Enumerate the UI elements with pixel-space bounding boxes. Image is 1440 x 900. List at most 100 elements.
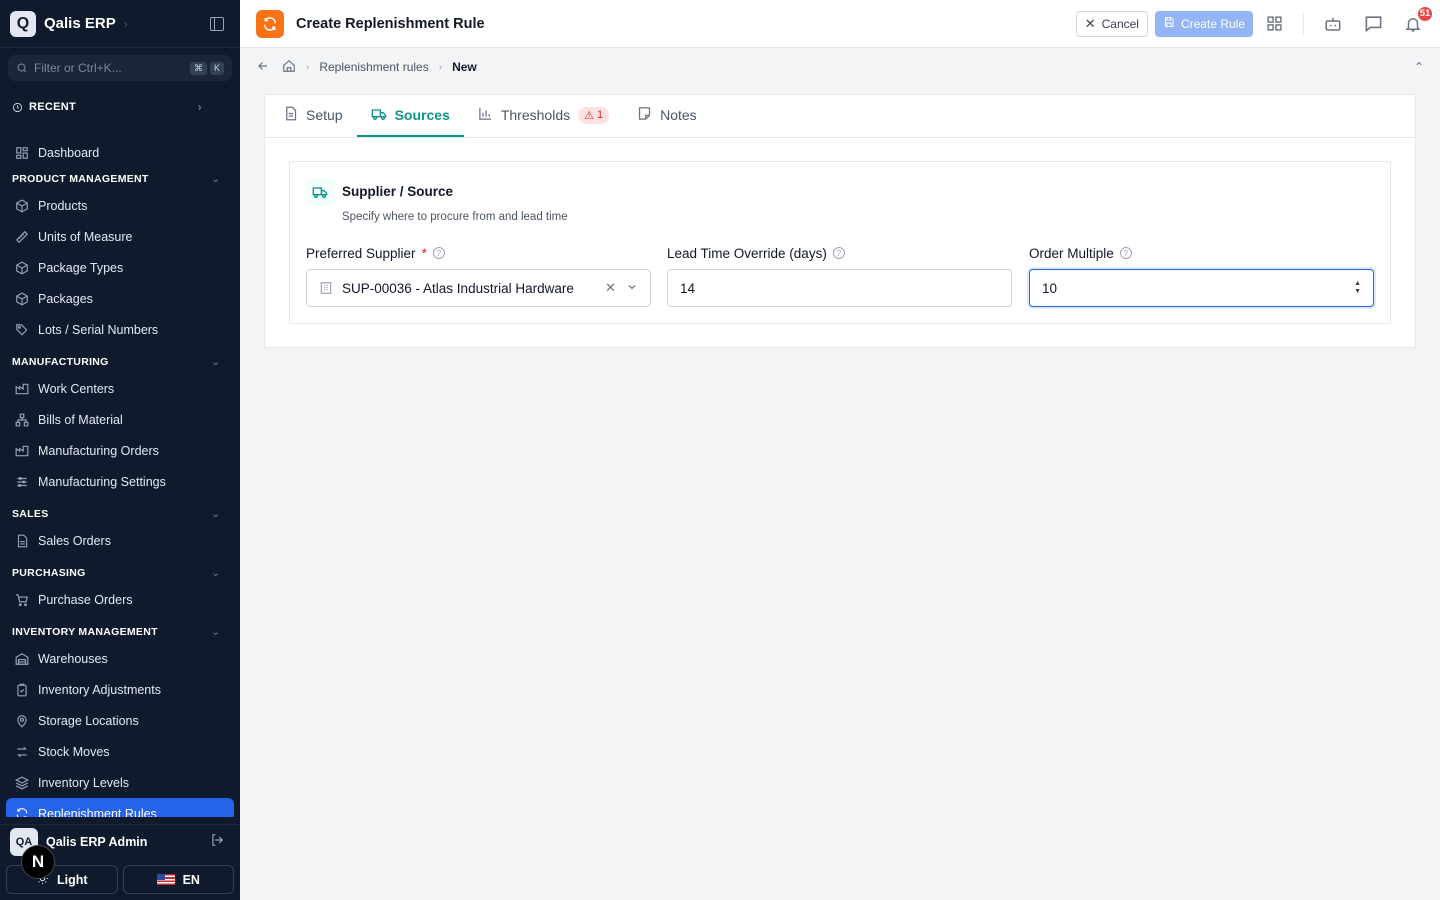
lead-time-field: Lead Time Override (days) ? 14 (667, 244, 1012, 307)
tab-label: Setup (306, 107, 343, 123)
tab-bar: Setup Sources Thresholds ⚠ 1 Notes (265, 95, 1415, 138)
sidebar-item-products[interactable]: Products (0, 190, 240, 221)
tab-notes[interactable]: Notes (623, 95, 711, 137)
sidebar-item-manufacturing-orders[interactable]: Manufacturing Orders (0, 435, 240, 466)
sidebar-item-label: Products (38, 198, 88, 213)
section-product-management[interactable]: PRODUCT MANAGEMENT ⌄ (0, 168, 240, 190)
sidebar-item-replenishment-rules[interactable]: Replenishment Rules (6, 798, 234, 817)
sidebar-brand[interactable]: Q Qalis ERP › (0, 0, 240, 48)
sidebar-item-sales-orders[interactable]: Sales Orders (0, 525, 240, 556)
sidebar-item-package-types[interactable]: Package Types (0, 252, 240, 283)
chevron-down-icon: ⌄ (211, 356, 220, 368)
sidebar-item-work-centers[interactable]: Work Centers (0, 373, 240, 404)
chevron-down-icon: ⌄ (211, 626, 220, 638)
sidebar-item-inventory-levels[interactable]: Inventory Levels (0, 767, 240, 798)
factory-icon (14, 381, 29, 396)
user-name: Qalis ERP Admin (46, 834, 148, 849)
section-inventory-management[interactable]: INVENTORY MANAGEMENT ⌄ (0, 621, 240, 643)
preferred-supplier-field: Preferred Supplier * ? SUP-00036 - Atlas… (306, 244, 651, 307)
file-text-icon (283, 106, 298, 124)
section-title: PURCHASING (12, 567, 86, 579)
app-logo: Q (10, 10, 36, 37)
lead-time-value: 14 (680, 280, 696, 296)
bell-icon[interactable]: 51 (1402, 4, 1434, 35)
sidebar-item-inventory-adjustments[interactable]: Inventory Adjustments (0, 674, 240, 705)
section-purchasing[interactable]: PURCHASING ⌄ (0, 562, 240, 584)
create-rule-button[interactable]: Create Rule (1154, 10, 1253, 37)
note-icon (637, 106, 652, 124)
order-multiple-value: 10 (1042, 280, 1058, 296)
sidebar-item-label: Work Centers (38, 381, 115, 396)
tab-label: Notes (660, 107, 697, 123)
save-icon (1163, 16, 1175, 31)
ruler-icon (14, 229, 29, 244)
help-icon[interactable]: ? (432, 247, 445, 259)
clear-icon[interactable]: ✕ (605, 280, 616, 296)
sidebar-filter-input[interactable]: Filter or Ctrl+K... ⌘ K (8, 55, 232, 81)
chat-icon[interactable] (1362, 13, 1384, 35)
lead-time-label: Lead Time Override (days) (667, 245, 827, 261)
sidebar-collapse-icon[interactable] (210, 16, 224, 31)
section-manufacturing[interactable]: MANUFACTURING ⌄ (0, 351, 240, 373)
chevron-up-icon[interactable]: ⌃ (1414, 60, 1424, 74)
sidebar-item-lots-serial-numbers[interactable]: Lots / Serial Numbers (0, 314, 240, 345)
chevron-down-icon: ⌄ (211, 567, 220, 579)
tab-sources[interactable]: Sources (356, 95, 464, 137)
bot-icon[interactable] (1322, 13, 1344, 35)
sidebar-item-units-of-measure[interactable]: Units of Measure (0, 221, 240, 252)
breadcrumb-replenishment-rules[interactable]: Replenishment rules (319, 60, 428, 74)
chevron-right-icon: › (123, 16, 128, 31)
sidebar-recent[interactable]: RECENT › (0, 94, 240, 120)
supplier-select[interactable]: SUP-00036 - Atlas Industrial Hardware ✕ (306, 269, 651, 307)
cancel-button[interactable]: ✕ Cancel (1075, 10, 1148, 37)
supplier-source-section: Supplier / Source Specify where to procu… (289, 161, 1391, 324)
language-button[interactable]: EN (122, 865, 234, 894)
sidebar-item-label: Sales Orders (38, 533, 111, 548)
sidebar-item-label: Packages (38, 291, 93, 306)
sidebar-item-label: Inventory Levels (38, 775, 130, 790)
notification-count: 51 (1416, 4, 1434, 23)
breadcrumb: › Replenishment rules › New ⌃ (240, 48, 1440, 86)
factory-icon (14, 443, 29, 458)
sidebar-item-manufacturing-settings[interactable]: Manufacturing Settings (0, 466, 240, 497)
field-label: Lead Time Override (days) ? (667, 244, 1012, 262)
lead-time-input[interactable]: 14 (667, 269, 1012, 307)
select-controls: ✕ (605, 280, 638, 296)
tab-label: Sources (394, 107, 450, 123)
sidebar-item-storage-locations[interactable]: Storage Locations (0, 705, 240, 736)
topbar-actions: ✕ Cancel Create Rule 51 (1075, 4, 1434, 37)
tab-setup[interactable]: Setup (269, 95, 357, 137)
create-label: Create Rule (1180, 16, 1245, 31)
sidebar-nav: Dashboard PRODUCT MANAGEMENT ⌄ Products U… (0, 137, 240, 817)
tab-thresholds[interactable]: Thresholds ⚠ 1 (464, 95, 623, 137)
section-subtitle: Specify where to procure from and lead t… (342, 211, 568, 223)
warning-icon: ⚠ (584, 109, 594, 122)
filter-placeholder: Filter or Ctrl+K... (34, 61, 122, 75)
arrows-swap-icon (14, 744, 29, 759)
logout-icon[interactable] (210, 833, 224, 850)
section-title: Supplier / Source (342, 184, 454, 199)
sidebar-item-warehouses[interactable]: Warehouses (0, 643, 240, 674)
chevron-right-icon: › (306, 61, 310, 73)
help-icon[interactable]: ? (832, 247, 845, 259)
back-arrow-icon[interactable] (256, 59, 270, 76)
sidebar-item-stock-moves[interactable]: Stock Moves (0, 736, 240, 767)
sidebar-item-dashboard[interactable]: Dashboard (0, 137, 240, 168)
apps-grid-icon[interactable] (1263, 13, 1285, 35)
chevron-down-icon[interactable] (626, 281, 638, 296)
home-icon[interactable] (282, 59, 296, 76)
stepper-icon[interactable]: ▲ ▼ (1354, 280, 1361, 296)
sidebar-item-label: Bills of Material (38, 412, 123, 427)
help-icon[interactable]: ? (1119, 247, 1132, 259)
sidebar-item-purchase-orders[interactable]: Purchase Orders (0, 584, 240, 615)
sidebar-item-packages[interactable]: Packages (0, 283, 240, 314)
dev-tools-badge[interactable]: N (21, 845, 55, 879)
number-stepper[interactable]: ▲ ▼ (1354, 280, 1361, 296)
chevron-down-icon: ⌄ (211, 173, 220, 185)
recent-label: RECENT (29, 101, 77, 113)
sidebar-item-label: Warehouses (38, 651, 108, 666)
sidebar-item-bills-of-material[interactable]: Bills of Material (0, 404, 240, 435)
order-multiple-input[interactable]: 10 ▲ ▼ (1029, 269, 1374, 307)
section-sales[interactable]: SALES ⌄ (0, 503, 240, 525)
truck-icon (306, 178, 334, 206)
